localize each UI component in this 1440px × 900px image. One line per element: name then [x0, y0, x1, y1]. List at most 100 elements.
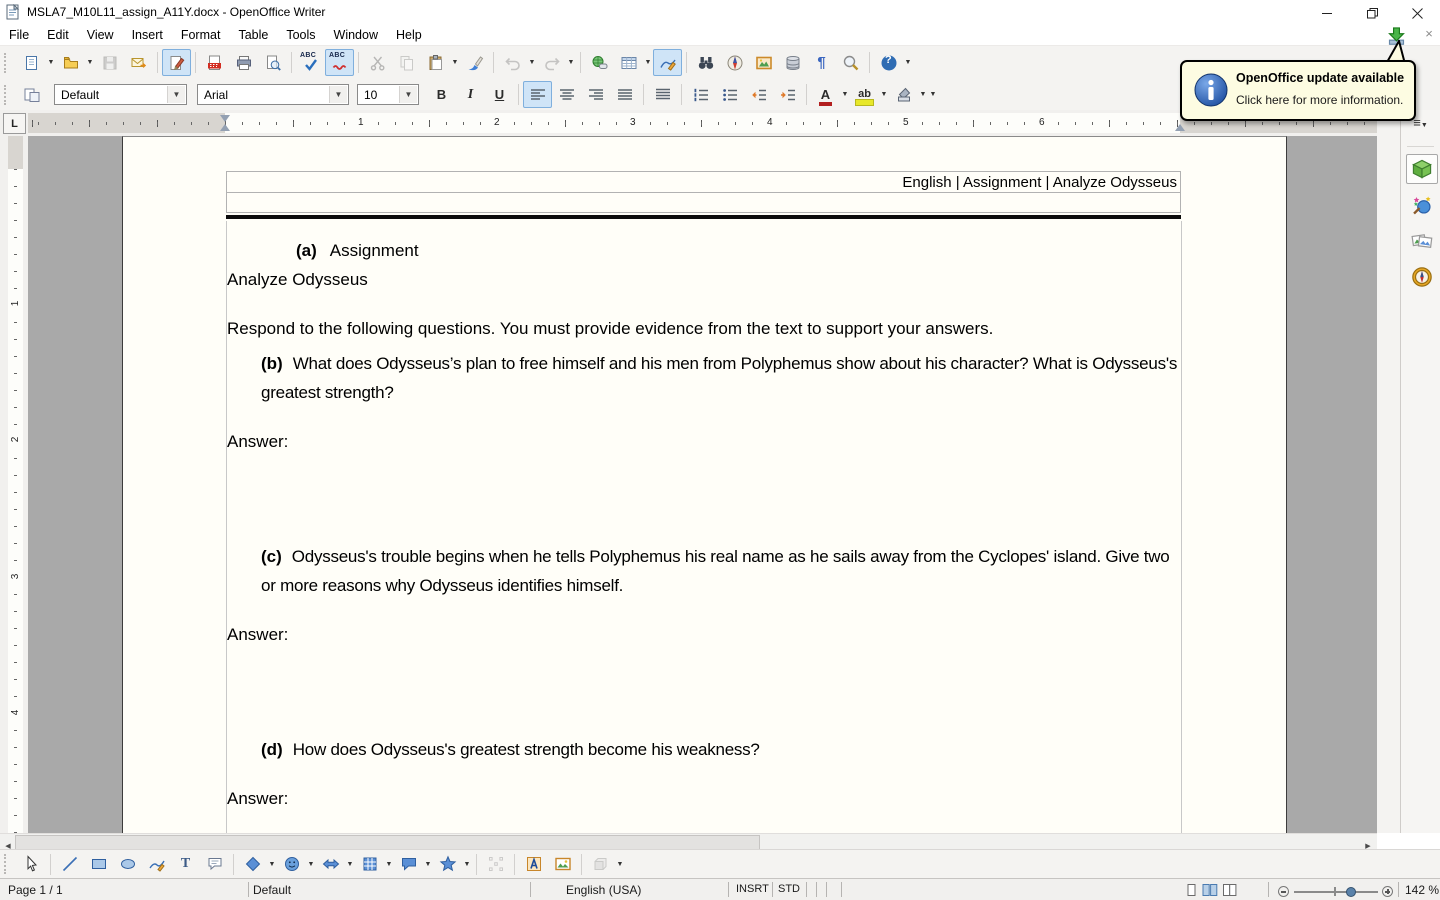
zoom-slider-track[interactable]: [1294, 891, 1378, 893]
sidebar-tab-gallery[interactable]: [1406, 226, 1438, 256]
page-preview-button[interactable]: [258, 49, 287, 76]
combo-dropdown-icon[interactable]: ▼: [399, 86, 417, 103]
sidebar-tab-navigator[interactable]: [1406, 262, 1438, 292]
menu-window[interactable]: Window: [325, 26, 387, 44]
page-style-indicator[interactable]: Default: [253, 883, 291, 897]
minimize-button[interactable]: [1305, 0, 1350, 26]
justified-button[interactable]: [610, 81, 639, 108]
show-draw-functions-button[interactable]: [653, 49, 682, 76]
paste-dropdown[interactable]: ▼: [450, 50, 460, 75]
edit-file-button[interactable]: [162, 49, 191, 76]
background-color-button[interactable]: [889, 81, 918, 108]
gallery-button[interactable]: [749, 49, 778, 76]
right-indent-marker[interactable]: [1175, 124, 1185, 131]
open-dropdown[interactable]: ▼: [85, 50, 95, 75]
close-button[interactable]: [1395, 0, 1440, 26]
vertical-ruler[interactable]: 1 2 3 4: [8, 136, 23, 833]
update-notification-popup[interactable]: OpenOffice update available Click here f…: [1180, 60, 1416, 121]
underline-button[interactable]: U: [485, 81, 514, 108]
horizontal-ruler[interactable]: 1 2 3 4 5 6: [28, 113, 1377, 133]
bold-button[interactable]: B: [427, 81, 456, 108]
new-dropdown[interactable]: ▼: [46, 50, 56, 75]
stars-tool[interactable]: [433, 851, 462, 878]
tab-stop-selector[interactable]: L: [3, 113, 26, 134]
find-replace-button[interactable]: [691, 49, 720, 76]
bullet-list-button[interactable]: [715, 81, 744, 108]
selection-mode-toggle[interactable]: STD: [778, 883, 800, 895]
flowchart-dropdown[interactable]: ▼: [384, 852, 394, 877]
view-single-page-button[interactable]: [1184, 883, 1199, 897]
align-right-button[interactable]: [581, 81, 610, 108]
menu-help[interactable]: Help: [387, 26, 431, 44]
redo-dropdown[interactable]: ▼: [566, 50, 576, 75]
auto-spellcheck-button[interactable]: ABC: [325, 49, 354, 76]
fontwork-gallery-tool[interactable]: [519, 851, 548, 878]
toolbar-grip[interactable]: [4, 84, 12, 105]
zoom-button[interactable]: [836, 49, 865, 76]
callout-frame-tool[interactable]: [200, 851, 229, 878]
symbol-shapes-tool[interactable]: [277, 851, 306, 878]
block-arrows-tool[interactable]: [316, 851, 345, 878]
background-color-dropdown[interactable]: ▼: [918, 82, 928, 107]
text-tool[interactable]: T: [171, 851, 200, 878]
menu-view[interactable]: View: [78, 26, 123, 44]
zoom-out-button[interactable]: [1278, 886, 1289, 897]
restore-button[interactable]: [1350, 0, 1395, 26]
navigator-button[interactable]: [720, 49, 749, 76]
basic-shapes-tool[interactable]: [238, 851, 267, 878]
nonprinting-characters-button[interactable]: ¶: [807, 49, 836, 76]
paragraph-style-combo[interactable]: Default ▼: [54, 84, 187, 105]
combo-dropdown-icon[interactable]: ▼: [167, 86, 185, 103]
language-indicator[interactable]: English (USA): [566, 883, 641, 897]
format-paintbrush-button[interactable]: [460, 49, 489, 76]
sidebar-tab-styles[interactable]: [1406, 190, 1438, 220]
toolbar-options-dropdown[interactable]: ▼: [928, 82, 938, 107]
menu-table[interactable]: Table: [229, 26, 277, 44]
horizontal-scrollbar[interactable]: ◀ ▶: [0, 833, 1377, 850]
insert-table-dropdown[interactable]: ▼: [643, 50, 653, 75]
toolbar-grip[interactable]: [4, 854, 12, 874]
block-arrows-dropdown[interactable]: ▼: [345, 852, 355, 877]
first-line-indent-marker[interactable]: [220, 115, 230, 122]
print-button[interactable]: [229, 49, 258, 76]
symbol-shapes-dropdown[interactable]: ▼: [306, 852, 316, 877]
insert-mode-toggle[interactable]: INSRT: [736, 883, 769, 895]
menu-file[interactable]: File: [0, 26, 38, 44]
decrease-indent-button[interactable]: [744, 81, 773, 108]
view-multi-page-button[interactable]: [1202, 883, 1218, 897]
toolbar-options-dropdown[interactable]: ▼: [903, 50, 913, 75]
font-color-dropdown[interactable]: ▼: [840, 82, 850, 107]
combo-dropdown-icon[interactable]: ▼: [329, 86, 347, 103]
help-button[interactable]: ?: [874, 49, 903, 76]
dismiss-notification-icon[interactable]: ×: [1421, 25, 1437, 41]
numbered-list-button[interactable]: [686, 81, 715, 108]
hyperlink-button[interactable]: [585, 49, 614, 76]
callouts-tool[interactable]: [394, 851, 423, 878]
sidebar-tab-properties[interactable]: [1406, 154, 1438, 184]
spellcheck-button[interactable]: ABC: [296, 49, 325, 76]
align-left-button[interactable]: [523, 81, 552, 108]
basic-shapes-dropdown[interactable]: ▼: [267, 852, 277, 877]
toolbar-options-dropdown[interactable]: ▼: [615, 852, 625, 877]
from-file-tool[interactable]: [548, 851, 577, 878]
zoom-slider-thumb[interactable]: [1346, 887, 1356, 897]
left-indent-marker[interactable]: [220, 124, 230, 131]
document-page[interactable]: English | Assignment | Analyze Odysseus …: [122, 136, 1287, 833]
italic-button[interactable]: I: [456, 81, 485, 108]
stars-dropdown[interactable]: ▼: [462, 852, 472, 877]
select-tool[interactable]: [17, 851, 46, 878]
export-pdf-button[interactable]: [200, 49, 229, 76]
menu-insert[interactable]: Insert: [123, 26, 172, 44]
undo-dropdown[interactable]: ▼: [527, 50, 537, 75]
new-document-button[interactable]: [17, 49, 46, 76]
horizontal-scroll-thumb[interactable]: [15, 835, 760, 850]
menu-edit[interactable]: Edit: [38, 26, 78, 44]
zoom-level-indicator[interactable]: 142 %: [1405, 883, 1439, 897]
highlighting-dropdown[interactable]: ▼: [879, 82, 889, 107]
increase-indent-button[interactable]: [773, 81, 802, 108]
flowchart-tool[interactable]: [355, 851, 384, 878]
menu-format[interactable]: Format: [172, 26, 230, 44]
view-book-mode-button[interactable]: [1222, 883, 1238, 897]
styles-and-formatting-button[interactable]: [17, 81, 46, 108]
insert-table-button[interactable]: [614, 49, 643, 76]
